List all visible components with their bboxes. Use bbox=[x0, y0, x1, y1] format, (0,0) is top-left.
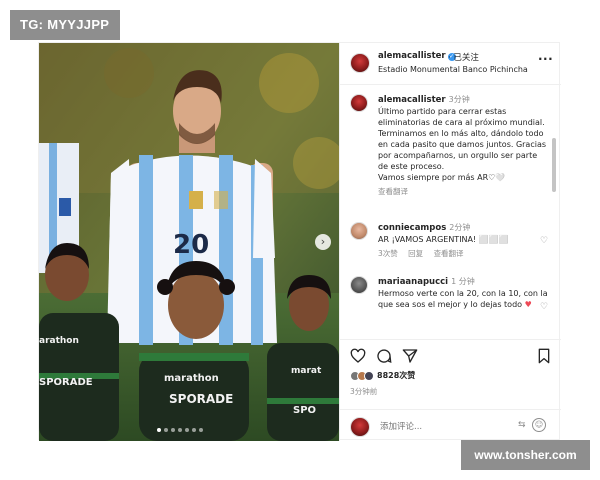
translate-link[interactable]: 查看翻译 bbox=[378, 187, 408, 196]
caption-meta: 查看翻译 bbox=[378, 186, 548, 197]
slide-dot bbox=[164, 428, 168, 432]
like-heart-icon[interactable] bbox=[350, 348, 366, 364]
comment-text: Hermoso verte con la 20, con la 10, con … bbox=[378, 288, 548, 310]
post-photo[interactable]: 20 marathon SPORADE arathon SPORADE mara… bbox=[39, 43, 339, 441]
emoji-icon[interactable]: ☺ bbox=[532, 418, 546, 432]
watermark-bottom-right: www.tonsher.com bbox=[461, 440, 590, 470]
add-comment-bar: ⇆ ☺ bbox=[340, 409, 561, 441]
caption-body: alemacallister 3分钟 Último partido para ce… bbox=[378, 94, 548, 197]
reply-link[interactable]: 回复 bbox=[408, 249, 423, 258]
post-actions: 8828次赞 3分钟前 bbox=[340, 339, 561, 409]
svg-text:20: 20 bbox=[173, 230, 209, 260]
author-username[interactable]: alemacallister ✓ bbox=[378, 51, 456, 61]
caption-username[interactable]: alemacallister bbox=[378, 95, 446, 105]
caption-text: Último partido para cerrar estas elimina… bbox=[378, 107, 547, 182]
instagram-post: 20 marathon SPORADE arathon SPORADE mara… bbox=[38, 42, 561, 441]
svg-text:SPORADE: SPORADE bbox=[39, 377, 93, 388]
likes-summary[interactable]: 8828次赞 bbox=[350, 370, 415, 381]
svg-text:marat: marat bbox=[291, 366, 322, 376]
comment-meta: 3次赞 回复 查看翻译 bbox=[378, 248, 548, 259]
slide-dot bbox=[199, 428, 203, 432]
svg-text:marathon: marathon bbox=[164, 373, 219, 384]
like-comment-icon[interactable]: ♡ bbox=[540, 236, 548, 246]
comment-body: conniecampos 2分钟 AR ¡VAMOS ARGENTINA! ⬜⬜⬜… bbox=[378, 222, 548, 259]
commenter-avatar[interactable] bbox=[350, 276, 368, 294]
comment-username[interactable]: conniecampos bbox=[378, 223, 446, 233]
translate-link[interactable]: 查看翻译 bbox=[434, 249, 464, 258]
share-send-icon[interactable] bbox=[402, 348, 418, 364]
posted-time: 3分钟前 bbox=[350, 387, 378, 396]
page: TG: MYYJJPP 20 marathon SPORADE arathon … bbox=[0, 0, 600, 480]
author-avatar[interactable] bbox=[350, 94, 368, 112]
post-location[interactable]: Estadio Monumental Banco Pichincha bbox=[378, 65, 528, 74]
comment-body: mariaanapucci 1 分钟 Hermoso verte con la 2… bbox=[378, 276, 548, 310]
more-options-icon[interactable]: ··· bbox=[538, 52, 553, 66]
comments-list[interactable]: alemacallister 3分钟 Último partido para ce… bbox=[340, 86, 561, 339]
comment-text: AR ¡VAMOS ARGENTINA! ⬜⬜⬜ bbox=[378, 235, 509, 244]
slide-dot bbox=[171, 428, 175, 432]
slide-dot bbox=[157, 428, 161, 432]
watermark-top-left: TG: MYYJJPP bbox=[10, 10, 120, 40]
svg-text:SPORADE: SPORADE bbox=[169, 392, 233, 406]
commenter-avatar[interactable] bbox=[350, 222, 368, 240]
liker-avatar bbox=[364, 370, 374, 381]
next-slide-button[interactable]: › bbox=[315, 234, 331, 250]
comment-likes[interactable]: 3次赞 bbox=[378, 249, 398, 258]
heart-emoji-icon: ♥ bbox=[524, 300, 532, 309]
follow-label: 已关注 bbox=[453, 53, 479, 63]
photo-illustration: 20 marathon SPORADE arathon SPORADE mara… bbox=[39, 43, 339, 441]
like-comment-icon[interactable]: ♡ bbox=[540, 302, 548, 312]
post-header: alemacallister ✓ · 已关注 Estadio Monumental… bbox=[340, 43, 561, 85]
comment-bubble-icon[interactable] bbox=[376, 348, 392, 364]
post-side-panel: alemacallister ✓ · 已关注 Estadio Monumental… bbox=[339, 43, 561, 441]
current-user-avatar bbox=[350, 417, 370, 437]
author-avatar[interactable] bbox=[350, 53, 370, 73]
comment-text-content: Hermoso verte con la 20, con la 10, con … bbox=[378, 289, 548, 309]
comment-time: 2分钟 bbox=[449, 223, 471, 232]
slide-dot bbox=[185, 428, 189, 432]
follow-status[interactable]: · 已关注 bbox=[448, 51, 479, 63]
comments-scrollbar[interactable] bbox=[552, 138, 556, 192]
slide-dot bbox=[192, 428, 196, 432]
svg-text:SPO: SPO bbox=[293, 405, 316, 416]
slide-dot bbox=[178, 428, 182, 432]
comment-input[interactable] bbox=[380, 420, 510, 434]
gif-icon[interactable]: ⇆ bbox=[518, 420, 526, 430]
likes-count[interactable]: 8828次赞 bbox=[377, 370, 415, 381]
bookmark-icon[interactable] bbox=[536, 348, 552, 364]
comment-username[interactable]: mariaanapucci bbox=[378, 277, 448, 287]
caption-time: 3分钟 bbox=[448, 95, 470, 104]
comment-time: 1 分钟 bbox=[451, 277, 475, 286]
slide-indicator bbox=[157, 428, 203, 432]
svg-text:arathon: arathon bbox=[39, 336, 79, 346]
